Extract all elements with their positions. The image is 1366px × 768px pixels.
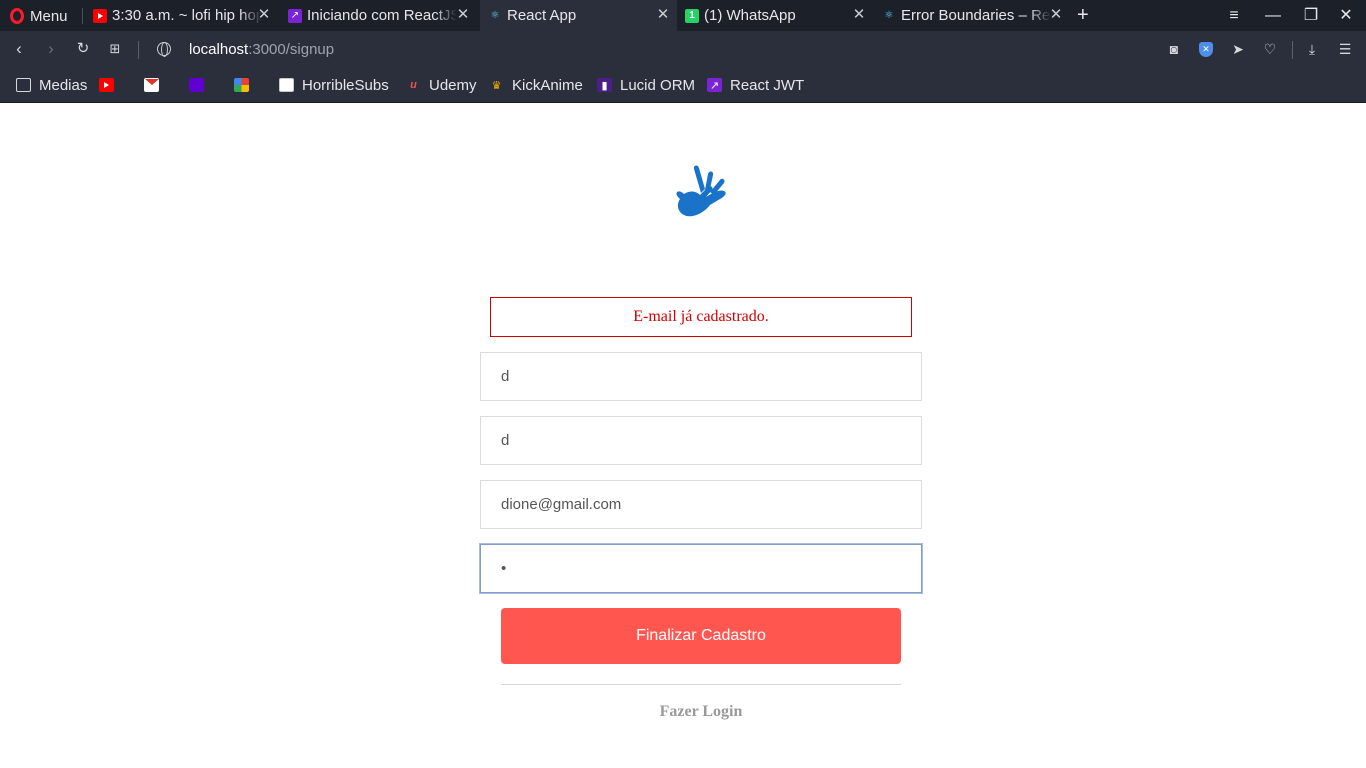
bookmark-label: HorribleSubs [302,76,389,94]
chrome-like-icon [234,78,249,92]
bookmark-label: React JWT [730,76,805,94]
opera-menu-button[interactable]: Menu [10,6,68,26]
tab-error-boundaries[interactable]: ⚛ Error Boundaries – React ✕ [874,0,1070,31]
new-tab-button[interactable]: + [1077,4,1089,27]
bookmark-label: KickAnime [512,76,583,94]
bookmark-youtube[interactable] [99,76,114,94]
react-icon: ⚛ [884,10,894,21]
password-input[interactable] [480,544,922,593]
tab-iniciando-react[interactable]: ↗ Iniciando com ReactJS ✕ [280,0,477,31]
bookmark-label: Udemy [429,76,477,94]
restore-icon[interactable]: ❐ [1301,6,1321,26]
finalizar-cadastro-button[interactable]: Finalizar Cadastro [501,608,901,664]
tab-close-icon[interactable]: ✕ [256,7,272,23]
minimize-icon[interactable]: — [1263,6,1283,26]
heart-icon[interactable]: ♡ [1262,41,1278,57]
send-icon[interactable]: ➤ [1230,41,1246,57]
bookmark-udemy[interactable]: u Udemy [406,76,477,94]
last-name-input[interactable] [480,416,922,465]
bookmark-medias[interactable]: Medias [16,76,87,94]
first-name-input[interactable] [480,352,922,401]
bookmark-horriblesubs[interactable]: HorribleSubs [279,76,389,94]
react-icon: ⚛ [490,10,500,21]
forward-icon[interactable]: › [42,40,60,58]
tab-whatsapp[interactable]: 1 (1) WhatsApp ✕ [677,0,873,31]
browser-tab-bar: Menu 3:30 a.m. ~ lofi hip hop ✕ ↗ Inicia… [0,0,1366,31]
lucid-icon: ▮ [597,78,612,92]
bookmark-chrome-like[interactable] [234,76,249,94]
bookmark-kickanime[interactable]: ♛ KickAnime [489,76,583,94]
address-toolbar: ‹ › ↻ ⊞ localhost:3000/signup ◙ ✕ ➤ ♡ ⤓ … [0,31,1366,68]
speed-dial-icon[interactable]: ⊞ [106,40,124,58]
bookmark-label: Lucid ORM [620,76,696,94]
adblock-shield-icon[interactable]: ✕ [1199,42,1213,57]
fazer-login-link[interactable]: Fazer Login [501,703,901,721]
signup-page: E-mail já cadastrado. Finalizar Cadastro… [0,103,1366,768]
tab-close-icon[interactable]: ✕ [655,7,671,23]
tab-title: (1) WhatsApp [704,7,796,24]
udemy-icon: u [410,79,417,91]
gmail-icon [144,78,159,92]
menu-separator [82,8,83,24]
url-host: localhost [189,41,249,58]
bookmarks-bar: Medias HorribleSubs u Udemy ♛ KickAnime … [0,68,1366,103]
camera-icon[interactable]: ◙ [1166,41,1182,57]
reload-icon[interactable]: ↻ [74,40,92,58]
error-message: E-mail já cadastrado. [490,297,912,337]
tab-close-icon[interactable]: ✕ [851,7,867,23]
rocketseat-icon: ↗ [288,8,302,23]
horriblesubs-icon [279,78,294,92]
bookmark-lucid-orm[interactable]: ▮ Lucid ORM [597,76,695,94]
tab-react-app[interactable]: ⚛ React App ✕ [480,0,677,31]
menu-label: Menu [30,7,68,25]
back-icon[interactable]: ‹ [10,40,28,58]
bookmark-gmail[interactable] [144,76,159,94]
tab-title: Error Boundaries – React [901,7,1051,24]
address-separator [138,41,139,59]
download-icon[interactable]: ⤓ [1304,41,1320,57]
easy-setup-icon[interactable]: ☰ [1337,41,1353,57]
bookmark-yahoo-mail[interactable] [189,76,204,94]
globe-icon[interactable] [157,42,171,57]
hand-logo-icon [676,165,726,217]
youtube-icon [99,78,114,92]
folder-icon [16,78,31,92]
email-input[interactable] [480,480,922,529]
youtube-icon [93,8,107,23]
rocketseat-icon: ↗ [707,78,722,92]
whatsapp-icon: 1 [685,8,699,23]
url-field[interactable]: localhost:3000/signup [189,41,334,58]
form-divider [501,684,901,685]
close-window-icon[interactable]: ✕ [1336,6,1356,26]
tab-title: React App [507,7,577,24]
bookmark-label: Medias [39,76,88,94]
tab-menu-icon[interactable]: ≡ [1224,6,1244,26]
crown-icon: ♛ [491,79,502,92]
tab-title: Iniciando com ReactJS [307,7,457,24]
url-path: :3000/signup [248,41,335,58]
opera-logo-icon [10,8,24,24]
bookmark-react-jwt[interactable]: ↗ React JWT [707,76,804,94]
tab-close-icon[interactable]: ✕ [1048,7,1064,23]
tab-close-icon[interactable]: ✕ [455,7,471,23]
yahoo-mail-icon [189,78,204,92]
toolbar-separator [1292,41,1293,59]
tab-lofi[interactable]: 3:30 a.m. ~ lofi hip hop ✕ [85,0,278,31]
tab-title: 3:30 a.m. ~ lofi hip hop [112,7,262,24]
